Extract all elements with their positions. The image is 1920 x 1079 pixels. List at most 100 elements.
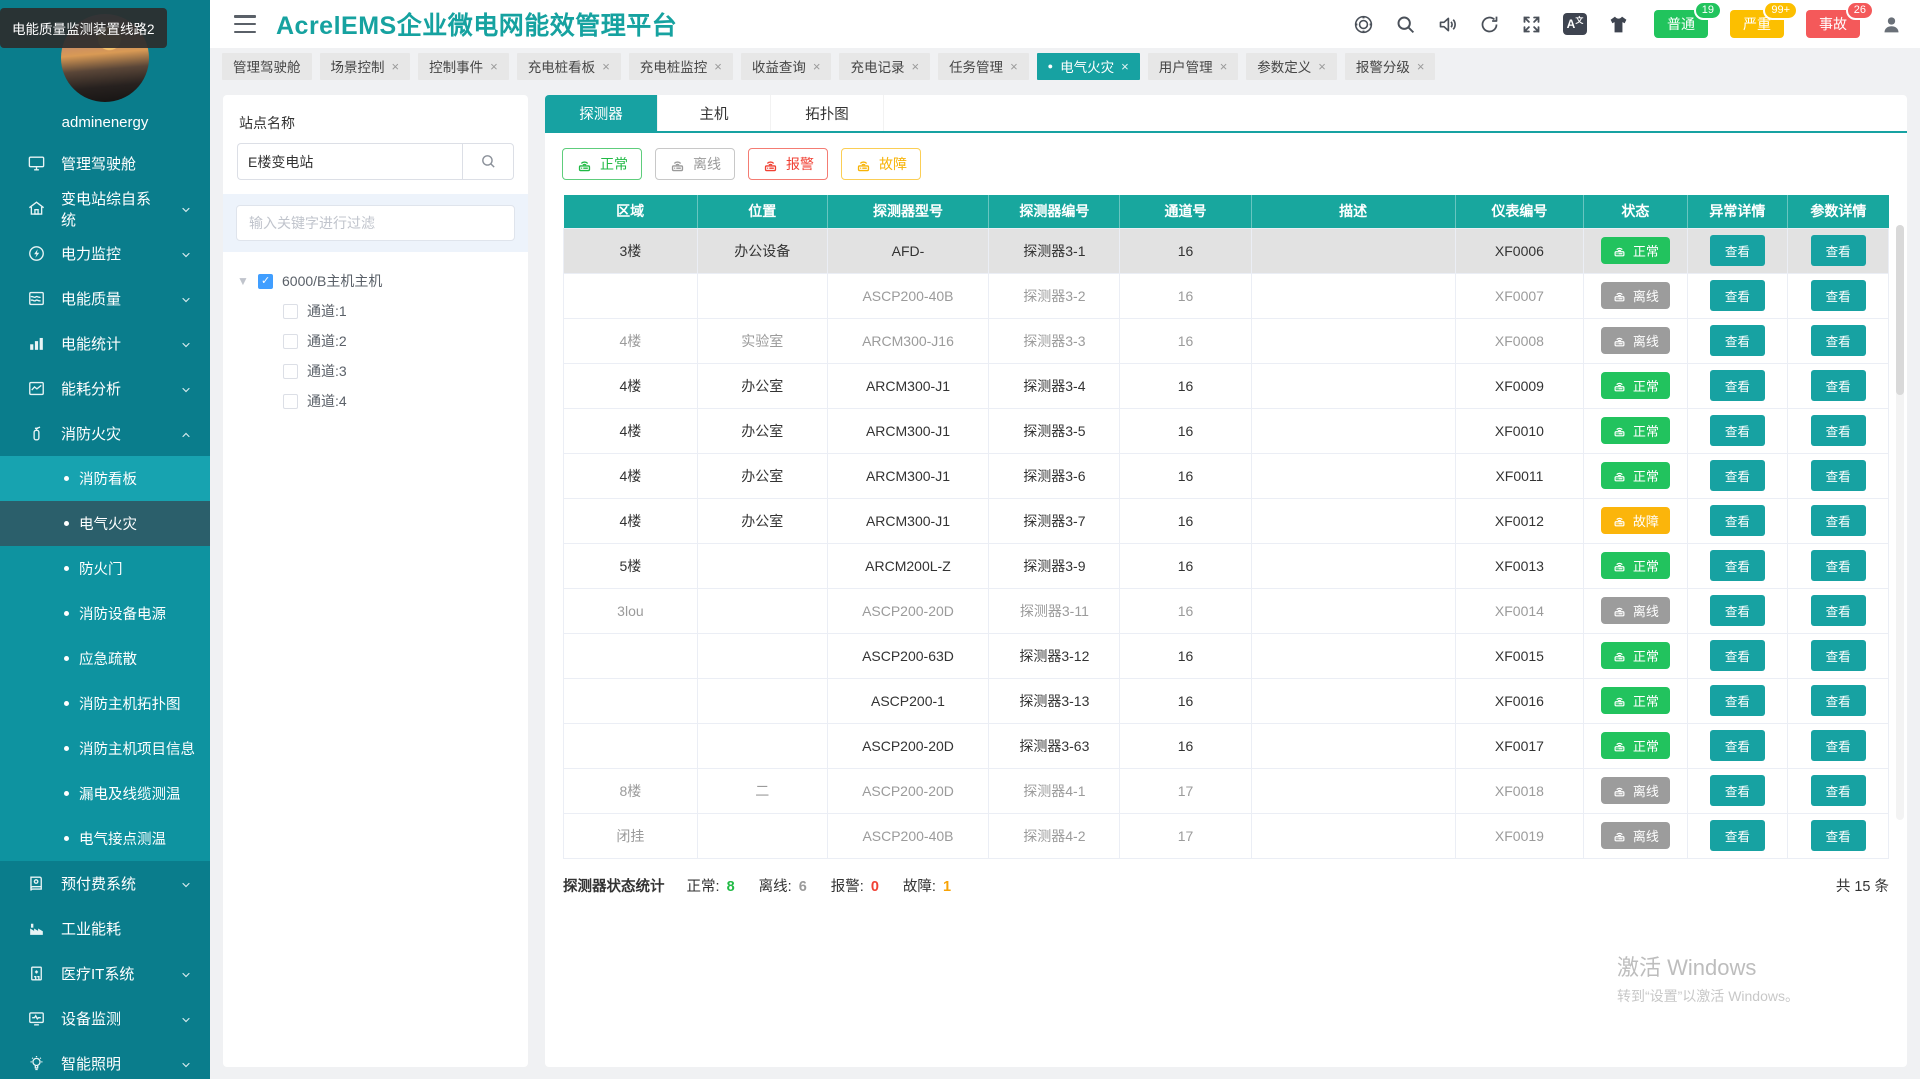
exception-view-button[interactable]: 查看 xyxy=(1709,550,1765,581)
table-row[interactable]: 3lou ASCP200-20D 探测器3-11 16 XF0014 离线 查看 查看 xyxy=(563,587,1889,634)
close-icon[interactable]: × xyxy=(813,59,821,74)
sidebar-subitem[interactable]: 漏电及线缆测温 xyxy=(0,771,210,816)
close-icon[interactable]: × xyxy=(1010,59,1018,74)
params-view-button[interactable]: 查看 xyxy=(1810,685,1866,716)
sidebar-item-energy-analysis[interactable]: 能耗分析 xyxy=(0,366,210,411)
refresh-icon[interactable] xyxy=(1479,14,1500,35)
sidebar-item-medical-it[interactable]: 医疗IT系统 xyxy=(0,951,210,996)
sidebar-subitem[interactable]: 电气接点测温 xyxy=(0,816,210,861)
tree-root-checkbox[interactable] xyxy=(258,273,273,289)
params-view-button[interactable]: 查看 xyxy=(1810,595,1866,626)
tab-参数定义[interactable]: 参数定义 × xyxy=(1246,52,1337,80)
theme-tshirt-icon[interactable] xyxy=(1608,14,1629,35)
tab-报警分级[interactable]: 报警分级 × xyxy=(1344,52,1436,80)
params-view-button[interactable]: 查看 xyxy=(1810,820,1866,851)
tab-充电桩看板[interactable]: 充电桩看板 × xyxy=(516,52,621,80)
params-view-button[interactable]: 查看 xyxy=(1810,325,1866,356)
close-icon[interactable]: × xyxy=(714,59,722,74)
filter-正常-button[interactable]: 正常 xyxy=(562,148,642,180)
sidebar-item-fire-safety[interactable]: 消防火灾 xyxy=(0,411,210,456)
menu-toggle-icon[interactable] xyxy=(234,15,256,33)
close-icon[interactable]: × xyxy=(1121,59,1129,74)
table-row[interactable]: ASCP200-20D 探测器3-63 16 XF0017 正常 查看 查看 xyxy=(563,722,1889,769)
tab-充电记录[interactable]: 充电记录 × xyxy=(839,52,931,80)
sidebar-subitem[interactable]: 电气火灾 xyxy=(0,501,210,546)
table-row[interactable]: 闭挂 ASCP200-40B 探测器4-2 17 XF0019 离线 查看 查看 xyxy=(563,812,1889,859)
tree-checkbox[interactable] xyxy=(283,303,298,319)
exception-view-button[interactable]: 查看 xyxy=(1709,730,1765,761)
tab-电气火灾[interactable]: ● 电气火灾 × xyxy=(1036,52,1140,80)
sidebar-item-smart-lighting[interactable]: 智能照明 xyxy=(0,1041,210,1079)
filter-报警-button[interactable]: 报警 xyxy=(748,148,828,180)
sidebar-item-power-quality[interactable]: 电能质量 xyxy=(0,276,210,321)
tree-node-channel[interactable]: 通道:4 xyxy=(237,386,514,416)
sidebar-item-substation[interactable]: 变电站综自系统 xyxy=(0,186,210,231)
close-icon[interactable]: × xyxy=(1417,59,1425,74)
close-icon[interactable]: × xyxy=(602,59,610,74)
tab-充电桩监控[interactable]: 充电桩监控 × xyxy=(628,52,733,80)
params-view-button[interactable]: 查看 xyxy=(1810,775,1866,806)
params-view-button[interactable]: 查看 xyxy=(1810,280,1866,311)
tab-场景控制[interactable]: 场景控制 × xyxy=(319,52,411,80)
user-icon[interactable] xyxy=(1881,14,1902,35)
tab-控制事件[interactable]: 控制事件 × xyxy=(418,52,509,80)
tab-管理驾驶舱[interactable]: 管理驾驶舱 xyxy=(222,52,312,80)
exception-view-button[interactable]: 查看 xyxy=(1709,595,1765,626)
table-row[interactable]: 5楼 ARCM200L-Z 探测器3-9 16 XF0013 正常 查看 查看 xyxy=(563,542,1889,589)
table-row[interactable]: 8楼二 ASCP200-20D 探测器4-1 17 XF0018 离线 查看 查看 xyxy=(563,767,1889,814)
params-view-button[interactable]: 查看 xyxy=(1810,550,1866,581)
sidebar-item-prepaid[interactable]: 预付费系统 xyxy=(0,861,210,906)
tree-node-root[interactable]: ▼ 6000/B主机主机 xyxy=(237,266,514,296)
tree-node-channel[interactable]: 通道:2 xyxy=(237,326,514,356)
params-view-button[interactable]: 查看 xyxy=(1810,370,1866,401)
fullscreen-icon[interactable] xyxy=(1521,14,1542,35)
close-icon[interactable]: × xyxy=(911,59,919,74)
alarm-badge-yellow[interactable]: 严重 99+ xyxy=(1730,1,1798,38)
tree-checkbox[interactable] xyxy=(283,333,298,349)
exception-view-button[interactable]: 查看 xyxy=(1709,280,1765,311)
panel-tab-探测器[interactable]: 探测器 xyxy=(545,95,658,131)
panel-tab-拓扑图[interactable]: 拓扑图 xyxy=(771,95,884,131)
language-icon[interactable]: A文 xyxy=(1563,13,1587,35)
sidebar-subitem[interactable]: 消防设备电源 xyxy=(0,591,210,636)
tree-filter-input[interactable] xyxy=(236,205,515,241)
tree-node-channel[interactable]: 通道:3 xyxy=(237,356,514,386)
exception-view-button[interactable]: 查看 xyxy=(1709,325,1765,356)
sidebar-subitem[interactable]: 消防主机项目信息 xyxy=(0,726,210,771)
table-row[interactable]: ASCP200-63D 探测器3-12 16 XF0015 正常 查看 查看 xyxy=(563,632,1889,679)
table-scrollbar[interactable] xyxy=(1896,225,1904,820)
exception-view-button[interactable]: 查看 xyxy=(1709,640,1765,671)
filter-离线-button[interactable]: 离线 xyxy=(655,148,735,180)
params-view-button[interactable]: 查看 xyxy=(1810,460,1866,491)
tab-收益查询[interactable]: 收益查询 × xyxy=(740,52,832,80)
table-row[interactable]: ASCP200-40B 探测器3-2 16 XF0007 离线 查看 查看 xyxy=(563,272,1889,319)
table-row[interactable]: 4楼 办公室 ARCM300-J1 探测器3-6 16 XF0011 正常 查看 查看 xyxy=(563,452,1889,499)
params-view-button[interactable]: 查看 xyxy=(1810,235,1866,266)
params-view-button[interactable]: 查看 xyxy=(1810,640,1866,671)
params-view-button[interactable]: 查看 xyxy=(1810,730,1866,761)
filter-故障-button[interactable]: 故障 xyxy=(841,148,921,180)
tree-node-channel[interactable]: 通道:1 xyxy=(237,296,514,326)
exception-view-button[interactable]: 查看 xyxy=(1709,460,1765,491)
tree-checkbox[interactable] xyxy=(283,393,298,409)
site-search-input[interactable] xyxy=(237,143,462,180)
params-view-button[interactable]: 查看 xyxy=(1810,505,1866,536)
volume-icon[interactable] xyxy=(1437,14,1458,35)
tree-caret-icon[interactable]: ▼ xyxy=(237,274,249,288)
close-icon[interactable]: × xyxy=(1318,59,1326,74)
close-icon[interactable]: × xyxy=(490,59,498,74)
tab-用户管理[interactable]: 用户管理 × xyxy=(1147,52,1239,80)
tab-任务管理[interactable]: 任务管理 × xyxy=(938,52,1029,80)
alarm-badge-green[interactable]: 普通 19 xyxy=(1654,1,1722,38)
sidebar-item-industrial-energy[interactable]: 工业能耗 xyxy=(0,906,210,951)
sidebar-item-power-stats[interactable]: 电能统计 xyxy=(0,321,210,366)
sidebar-subitem[interactable]: 防火门 xyxy=(0,546,210,591)
sidebar-subitem[interactable]: 应急疏散 xyxy=(0,636,210,681)
help-ring-icon[interactable] xyxy=(1353,14,1374,35)
table-row[interactable]: 4楼 办公室 ARCM300-J1 探测器3-5 16 XF0010 正常 查看 查看 xyxy=(563,407,1889,454)
exception-view-button[interactable]: 查看 xyxy=(1709,775,1765,806)
sidebar-item-device-monitor[interactable]: 设备监测 xyxy=(0,996,210,1041)
tree-checkbox[interactable] xyxy=(283,363,298,379)
exception-view-button[interactable]: 查看 xyxy=(1709,370,1765,401)
sidebar-item-dashboard[interactable]: 管理驾驶舱 xyxy=(0,141,210,186)
